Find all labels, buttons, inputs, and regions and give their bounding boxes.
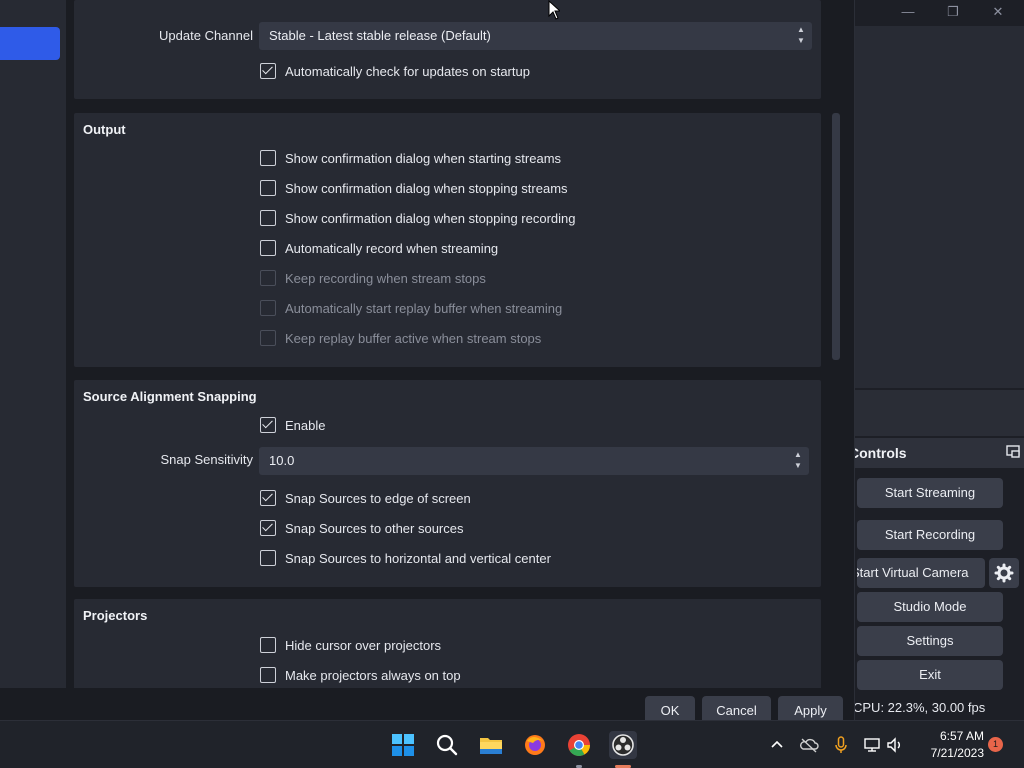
chrome-icon[interactable]	[565, 731, 593, 759]
output-option-label: Show confirmation dialog when stopping r…	[285, 210, 576, 226]
projectors-option-checkbox[interactable]	[260, 667, 276, 683]
auto-check-updates-checkbox[interactable]	[260, 63, 276, 79]
snap-sensitivity-label: Snap Sensitivity	[160, 452, 254, 467]
snapping-group: Source Alignment Snapping Enable Snap Se…	[74, 380, 821, 587]
spin-arrows-icon[interactable]: ▲ ▼	[793, 449, 803, 473]
settings-sidebar	[0, 0, 66, 688]
close-button[interactable]: ✕	[983, 2, 1013, 22]
output-option-row[interactable]: Show confirmation dialog when starting s…	[260, 147, 561, 169]
network-icon[interactable]	[862, 735, 882, 755]
output-option-checkbox-disabled	[260, 300, 276, 316]
output-option-checkbox[interactable]	[260, 210, 276, 226]
cpu-status-text: CPU: 22.3%, 30.00 fps	[853, 700, 986, 715]
chevron-up-down-icon: ▲ ▼	[797, 25, 805, 45]
output-title: Output	[83, 122, 126, 137]
clock-time[interactable]: 6:57 AM	[914, 729, 984, 743]
search-icon[interactable]	[433, 731, 461, 759]
volume-icon[interactable]	[885, 735, 905, 755]
snapping-enable-row[interactable]: Enable	[260, 414, 325, 436]
controls-dock-header: Controls	[849, 438, 1024, 468]
audio-mixer-strip	[855, 390, 1024, 436]
update-channel-label: Update Channel	[159, 28, 253, 43]
output-option-label: Automatically start replay buffer when s…	[285, 300, 563, 316]
start-streaming-button[interactable]: Start Streaming	[857, 478, 1003, 508]
output-option-checkbox-disabled	[260, 270, 276, 286]
obs-titlebar: — ❐ ✕	[855, 0, 1024, 24]
snapping-option-label: Snap Sources to horizontal and vertical …	[285, 550, 551, 566]
clock-date[interactable]: 7/21/2023	[914, 746, 984, 760]
gear-icon	[994, 563, 1014, 583]
start-virtual-camera-button[interactable]: Start Virtual Camera	[857, 558, 985, 588]
file-explorer-icon[interactable]	[477, 731, 505, 759]
virtual-camera-settings-button[interactable]	[989, 558, 1019, 588]
controls-dock: Controls Start Streaming Start Recording…	[849, 438, 1024, 720]
projectors-option-row[interactable]: Hide cursor over projectors	[260, 634, 441, 656]
projectors-option-checkbox[interactable]	[260, 637, 276, 653]
snapping-option-row[interactable]: Snap Sources to other sources	[260, 517, 464, 539]
exit-button[interactable]: Exit	[857, 660, 1003, 690]
windows-start-icon[interactable]	[389, 731, 417, 759]
output-option-label: Keep recording when stream stops	[285, 270, 486, 286]
output-option-checkbox[interactable]	[260, 180, 276, 196]
output-option-row-disabled: Keep recording when stream stops	[260, 267, 486, 289]
obs-main-window: — ❐ ✕ Controls Start Streaming Start Rec…	[849, 0, 1024, 720]
projectors-option-row[interactable]: Make projectors always on top	[260, 664, 461, 686]
output-option-label: Keep replay buffer active when stream st…	[285, 330, 542, 346]
output-option-row[interactable]: Show confirmation dialog when stopping r…	[260, 207, 576, 229]
settings-content: Update Channel Stable - Latest stable re…	[66, 0, 846, 688]
sidebar-item-general[interactable]	[0, 27, 60, 60]
snapping-option-checkbox[interactable]	[260, 490, 276, 506]
projectors-title: Projectors	[83, 608, 148, 623]
snapping-option-label: Snap Sources to edge of screen	[285, 490, 471, 506]
notification-badge[interactable]: 1	[988, 737, 1003, 752]
snapping-enable-label: Enable	[285, 417, 326, 433]
output-group: Output Show confirmation dialog when sta…	[74, 113, 821, 367]
output-option-row-disabled: Keep replay buffer active when stream st…	[260, 327, 541, 349]
firefox-icon[interactable]	[521, 731, 549, 759]
snapping-option-row[interactable]: Snap Sources to edge of screen	[260, 487, 471, 509]
snapping-option-row[interactable]: Snap Sources to horizontal and vertical …	[260, 547, 551, 569]
snapping-option-label: Snap Sources to other sources	[285, 520, 464, 536]
snapping-option-checkbox[interactable]	[260, 520, 276, 536]
output-option-row-disabled: Automatically start replay buffer when s…	[260, 297, 562, 319]
minimize-button[interactable]: —	[893, 2, 923, 22]
projectors-option-label: Make projectors always on top	[285, 667, 461, 683]
output-option-checkbox[interactable]	[260, 240, 276, 256]
output-option-label: Show confirmation dialog when starting s…	[285, 150, 562, 166]
auto-check-updates-row[interactable]: Automatically check for updates on start…	[260, 60, 530, 82]
general-group: Update Channel Stable - Latest stable re…	[74, 0, 821, 99]
output-option-checkbox[interactable]	[260, 150, 276, 166]
snap-sensitivity-input[interactable]: 10.0 ▲ ▼	[259, 447, 809, 475]
output-option-row[interactable]: Show confirmation dialog when stopping s…	[260, 177, 568, 199]
chevron-up-icon[interactable]	[767, 735, 787, 755]
snapping-enable-checkbox[interactable]	[260, 417, 276, 433]
output-option-label: Show confirmation dialog when stopping s…	[285, 180, 568, 196]
preview-area	[855, 26, 1024, 388]
projectors-group: Projectors Hide cursor over projectors M…	[74, 599, 821, 688]
snapping-option-checkbox[interactable]	[260, 550, 276, 566]
content-scrollbar[interactable]	[832, 113, 840, 360]
snap-sensitivity-value: 10.0	[269, 453, 295, 468]
maximize-button[interactable]: ❐	[938, 2, 968, 22]
mouse-cursor-icon	[548, 0, 560, 20]
snapping-title: Source Alignment Snapping	[83, 389, 257, 404]
obs-studio-icon[interactable]	[609, 731, 637, 759]
taskbar: 6:57 AM 7/21/2023 1	[0, 720, 1024, 768]
controls-title: Controls	[849, 445, 907, 461]
update-channel-value: Stable - Latest stable release (Default)	[269, 28, 491, 43]
settings-button[interactable]: Settings	[857, 626, 1003, 656]
microphone-icon[interactable]	[831, 735, 851, 755]
output-option-checkbox-disabled	[260, 330, 276, 346]
auto-check-updates-label: Automatically check for updates on start…	[285, 63, 530, 79]
update-channel-select[interactable]: Stable - Latest stable release (Default)…	[259, 22, 812, 50]
output-option-row[interactable]: Automatically record when streaming	[260, 237, 498, 259]
dock-float-icon[interactable]	[1006, 445, 1020, 459]
start-recording-button[interactable]: Start Recording	[857, 520, 1003, 550]
output-option-label: Automatically record when streaming	[285, 240, 499, 256]
settings-dialog: Update Channel Stable - Latest stable re…	[0, 0, 855, 726]
onedrive-offline-icon[interactable]	[799, 735, 819, 755]
projectors-option-label: Hide cursor over projectors	[285, 637, 442, 653]
studio-mode-button[interactable]: Studio Mode	[857, 592, 1003, 622]
